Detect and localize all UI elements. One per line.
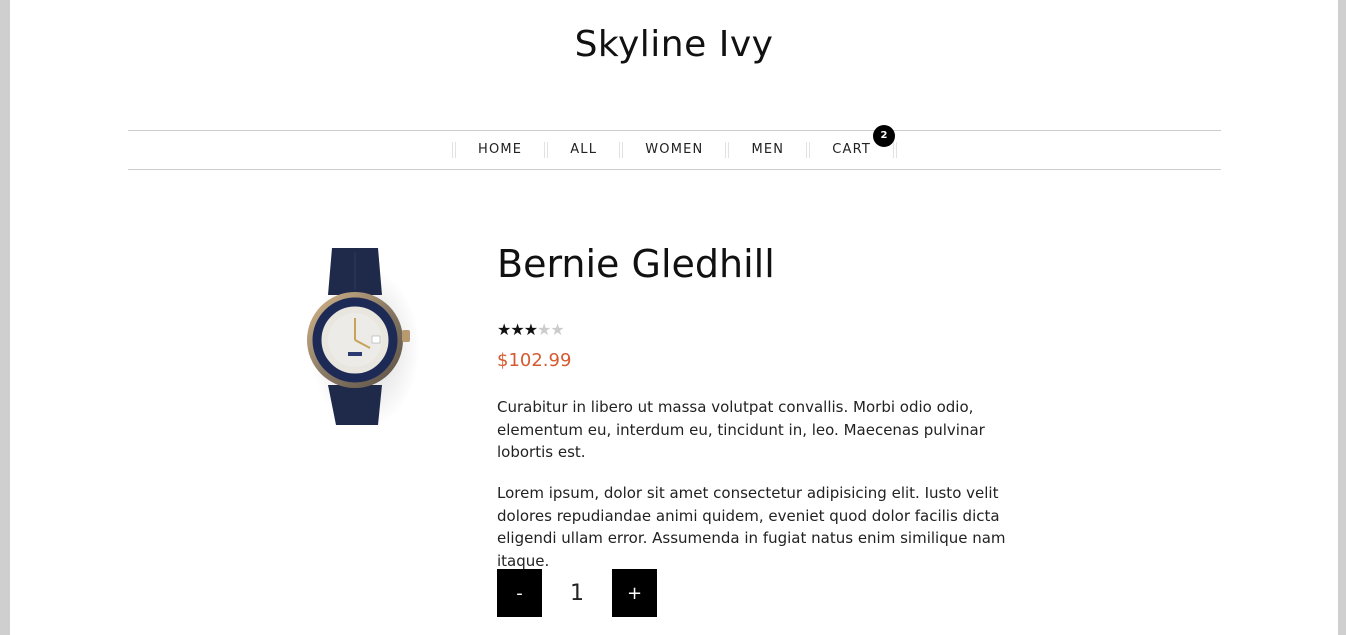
- product-rating: ★★★★★: [497, 320, 565, 339]
- quantity-stepper: - 1 +: [497, 569, 657, 617]
- nav-item-cart[interactable]: CART 2: [810, 125, 896, 169]
- star-empty-icon: ★: [550, 320, 564, 339]
- main-nav: HOME ALL WOMEN MEN CART 2: [128, 125, 1221, 170]
- page: Skyline Ivy HOME ALL WOMEN MEN CART 2 Be…: [10, 0, 1338, 635]
- quantity-value: 1: [570, 580, 584, 606]
- nav-item-women[interactable]: WOMEN: [623, 131, 725, 169]
- nav-item-home[interactable]: HOME: [456, 131, 544, 169]
- cart-count-badge: 2: [873, 125, 896, 147]
- product-title: Bernie Gledhill: [497, 242, 775, 286]
- star-filled-icon: ★: [497, 320, 511, 339]
- nav-item-men[interactable]: MEN: [729, 131, 806, 169]
- product-image: [290, 240, 420, 440]
- nav-item-all[interactable]: ALL: [548, 131, 619, 169]
- increase-quantity-button[interactable]: +: [612, 569, 657, 617]
- star-filled-icon: ★: [510, 320, 524, 339]
- nav-item-cart-label: CART: [832, 142, 872, 157]
- site-title[interactable]: Skyline Ivy: [10, 24, 1338, 65]
- product-description: Curabitur in libero ut massa volutpat co…: [497, 398, 985, 461]
- product-price: $102.99: [497, 350, 572, 371]
- nav-divider: [893, 142, 898, 158]
- star-empty-icon: ★: [537, 320, 551, 339]
- product-description: Lorem ipsum, dolor sit amet consectetur …: [497, 484, 1006, 570]
- wristwatch-icon: [307, 248, 420, 428]
- star-filled-icon: ★: [523, 320, 538, 339]
- decrease-quantity-button[interactable]: -: [497, 569, 542, 617]
